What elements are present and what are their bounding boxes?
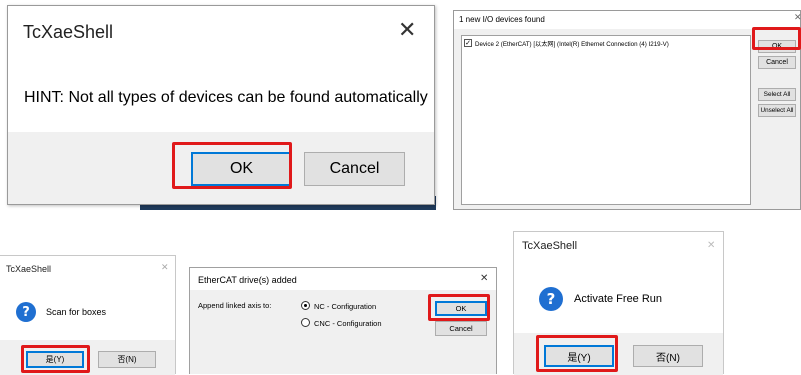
- ok-highlight: [752, 27, 801, 50]
- no-button[interactable]: 否(N): [98, 351, 156, 368]
- device-item-label: Device 2 (EtherCAT) [以太网] (Intel(R) Ethe…: [475, 41, 669, 48]
- dialog-title: TcXaeShell: [6, 264, 52, 274]
- freerun-message: Activate Free Run: [574, 293, 663, 305]
- device-checkbox[interactable]: ✓: [464, 39, 472, 47]
- close-icon[interactable]: ✕: [398, 20, 416, 42]
- dialog-title: TcXaeShell: [522, 240, 578, 252]
- unselect-all-button[interactable]: Unselect All: [758, 104, 796, 117]
- close-icon[interactable]: ✕: [707, 241, 715, 251]
- ok-highlight: [172, 142, 292, 189]
- append-label: Append linked axis to:: [198, 301, 272, 310]
- close-icon[interactable]: ✕: [480, 274, 488, 284]
- close-icon[interactable]: ✕: [161, 264, 169, 273]
- select-all-button[interactable]: Select All: [758, 88, 796, 101]
- devices-dialog: 1 new I/O devices found ✕ ✓ Device 2 (Et…: [453, 10, 801, 210]
- no-button[interactable]: 否(N): [633, 345, 703, 367]
- yes-highlight: [536, 335, 618, 372]
- device-list-item[interactable]: ✓ Device 2 (EtherCAT) [以太网] (Intel(R) Et…: [464, 38, 750, 48]
- dialog-title: EtherCAT drive(s) added: [198, 275, 297, 285]
- dialog-title: TcXaeShell: [23, 22, 114, 42]
- cnc-option-label: CNC - Configuration: [314, 319, 382, 328]
- cnc-radio[interactable]: [301, 318, 310, 327]
- nc-option-label: NC - Configuration: [314, 302, 377, 311]
- dialog-title: 1 new I/O devices found: [459, 15, 545, 24]
- device-list[interactable]: ✓ Device 2 (EtherCAT) [以太网] (Intel(R) Et…: [461, 35, 751, 205]
- cancel-button[interactable]: Cancel: [758, 56, 796, 69]
- question-icon: ?: [16, 302, 36, 322]
- cancel-button[interactable]: Cancel: [435, 321, 487, 336]
- nc-radio[interactable]: [301, 301, 310, 310]
- question-icon: ?: [539, 287, 563, 311]
- scan-message: Scan for boxes: [46, 307, 107, 317]
- close-icon[interactable]: ✕: [794, 14, 801, 23]
- ok-highlight: [428, 294, 490, 321]
- radio-dot: [304, 304, 307, 307]
- cancel-button[interactable]: Cancel: [304, 152, 405, 186]
- hint-message: HINT: Not all types of devices can be fo…: [24, 89, 428, 106]
- yes-highlight: [21, 345, 90, 373]
